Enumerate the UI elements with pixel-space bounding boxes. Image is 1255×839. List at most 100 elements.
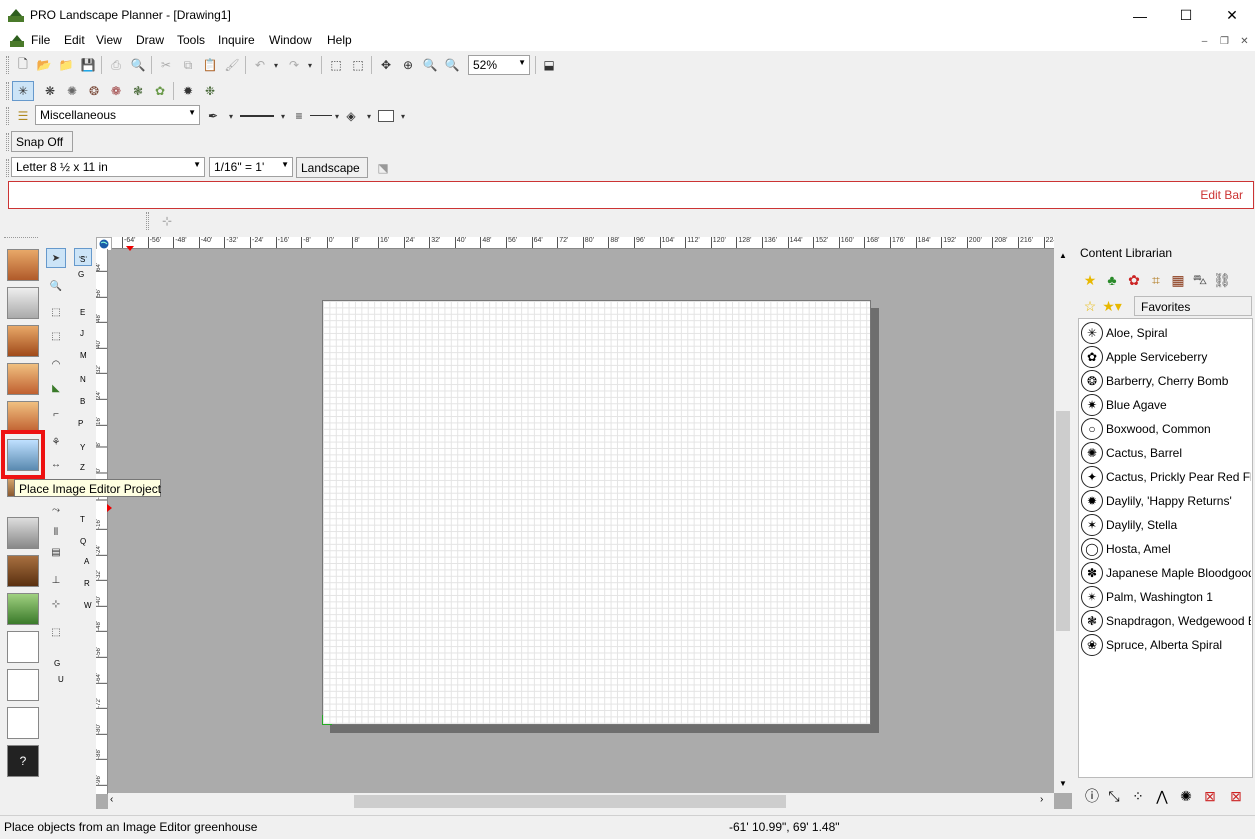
snap-letter-z[interactable]: Z [80,463,85,472]
layers-icon[interactable]: ☰ [14,107,32,125]
plant-list-icon[interactable] [7,669,39,701]
snap-letter-b[interactable]: B [80,397,85,406]
curve-tool-icon[interactable]: ⤳ [47,501,65,519]
snap-letter-y[interactable]: Y [80,443,85,452]
print-icon[interactable]: ⎙ [107,56,125,74]
line-style-icon[interactable] [240,115,274,117]
snap-button[interactable]: Snap Off ▼ [11,131,73,162]
horizontal-scrollbar[interactable]: ‹ › [108,793,1054,810]
plant-list-item[interactable]: ❀ Spruce, Alberta Spiral [1081,633,1251,657]
plant-list[interactable]: ✳ Aloe, Spiral ✿ Apple Serviceberry ❂ Barberr… [1078,318,1253,778]
plant-list-item[interactable]: ✴ Palm, Washington 1 [1081,585,1251,609]
dimension-tool-icon[interactable]: ↔ [47,455,65,473]
snap-letter-n[interactable]: N [80,375,86,384]
scroll-thumb[interactable] [354,795,786,808]
3d-view-icon[interactable] [7,287,39,319]
close-button[interactable]: ✕ [1209,0,1255,31]
symbol-tool-icon[interactable]: ⊥ [47,571,65,589]
cut-icon[interactable]: ✂ [157,56,175,74]
symbol-outline-icon[interactable]: ✹ [179,82,197,100]
shrub-icon[interactable]: ❋ [41,82,59,100]
scroll-left-icon[interactable]: ‹ [110,794,113,805]
menu-tools[interactable]: Tools [177,33,205,47]
plant-list-item[interactable]: ✷ Blue Agave [1081,393,1251,417]
hatch-tool-icon[interactable]: ⊹ [47,595,65,613]
plant-list-item[interactable]: ◯ Hosta, Amel [1081,537,1251,561]
minimize-button[interactable]: — [1117,0,1163,31]
text-tool-icon[interactable]: ▤ [47,543,65,561]
line-weight-icon[interactable]: ≡ [290,107,308,125]
symbol-color-icon[interactable]: ❉ [201,82,219,100]
line-tool-icon[interactable]: ⬚ [47,303,65,321]
zoom-select[interactable]: 52% ▼ [468,55,530,75]
perennial-icon[interactable]: ❁ [107,82,125,100]
plant-list-item[interactable]: ✹ Daylily, 'Happy Returns' [1081,489,1251,513]
snap-letter-q[interactable]: Q [80,537,86,546]
layer-select[interactable]: Miscellaneous ▼ [35,105,200,125]
connect-icon[interactable]: ⤡ [1104,786,1124,806]
drawing-sheet[interactable] [322,300,871,725]
select-all-icon[interactable]: ⬚ [327,56,345,74]
add-favorite-icon[interactable]: ☆ [1080,296,1100,316]
plant-list-item[interactable]: ✳ Aloe, Spiral [1081,321,1251,345]
menu-help[interactable]: Help [327,33,352,47]
favorites-menu-icon[interactable]: ★▾ [1102,296,1122,316]
fence-icon[interactable] [7,401,39,433]
horizontal-ruler[interactable]: -64' -56' -48' -40' -32' -24' -16' -8' 0' 8' 16' 24… [112,237,1054,249]
plant-place-tool-icon[interactable]: ⚘ [47,433,65,451]
wall-icon[interactable] [7,517,39,549]
save-icon[interactable]: 💾 [79,56,97,74]
new-file-icon[interactable]: 🗋 [14,56,32,74]
contour-tool-icon[interactable]: ◣ [47,379,65,397]
snap-letter-j[interactable]: J [80,329,84,338]
object-category-icon[interactable]: ⌗ [1146,270,1166,290]
tree-category-icon[interactable]: ♣ [1102,270,1122,290]
vehicle-category-icon[interactable]: ⛍ [1190,270,1210,290]
orientation-button[interactable]: Landscape ▼ [296,157,368,188]
polyline-tool-icon[interactable]: ⬚ [47,327,65,345]
scale-select[interactable]: 1/16" = 1' ▼ [209,157,293,177]
snap-letter-w[interactable]: W [84,601,92,610]
favorites-star-icon[interactable]: ★ [1080,270,1100,290]
grid-view-icon[interactable]: ⁘ [1128,786,1148,806]
select-window-icon[interactable]: ⬚ [349,56,367,74]
snap-letter-s[interactable]: S [80,255,85,264]
material-category-icon[interactable]: ▦ [1168,270,1188,290]
maximize-button[interactable]: ☐ [1163,0,1209,31]
scroll-right-icon[interactable]: › [1040,794,1043,805]
zoom-tool-icon[interactable]: 🔍 [47,277,65,295]
format-painter-icon[interactable]: 🖌 [223,56,241,74]
symbol-view-icon[interactable]: ✺ [1176,786,1196,806]
print-preview-icon[interactable]: 🔍 [129,56,147,74]
groundcover-icon[interactable]: ❃ [129,82,147,100]
report-icon[interactable] [7,631,39,663]
redo-dropdown-icon[interactable]: ▾ [301,56,319,74]
zoom-extents-icon[interactable]: 🔍 [443,56,461,74]
flower-icon[interactable]: ❂ [85,82,103,100]
grass-icon[interactable]: ✿ [151,82,169,100]
plant-list-item[interactable]: ✿ Apple Serviceberry [1081,345,1251,369]
menu-view[interactable]: View [96,33,122,47]
camera-icon[interactable] [7,555,39,587]
link-category-icon[interactable]: ⛓ [1212,270,1232,290]
plant-tool-icon[interactable]: ✳ [12,81,34,101]
snap-letter-a[interactable]: A [84,557,89,566]
pan-icon[interactable]: ✥ [377,56,395,74]
plant-list-item[interactable]: ✽ Japanese Maple Bloodgood [1081,561,1251,585]
open-template-icon[interactable]: 📁 [57,56,75,74]
notes-icon[interactable] [7,707,39,739]
arc-tool-icon[interactable]: ◠ [47,355,65,373]
plant-list-item[interactable]: ❂ Barberry, Cherry Bomb [1081,369,1251,393]
measure-tool-icon[interactable]: ⬚ [47,623,65,641]
menu-window[interactable]: Window [269,33,312,47]
plant-list-item[interactable]: ✺ Cactus, Barrel [1081,441,1251,465]
mdi-minimize-icon[interactable]: – [1197,34,1212,48]
snap-letter-g[interactable]: G [78,270,84,279]
snap-letter-e[interactable]: E [80,308,85,317]
menu-draw[interactable]: Draw [136,33,164,47]
vertical-scrollbar[interactable]: ▲ ▼ [1054,237,1072,793]
select-arrow-icon[interactable]: ➤ [46,248,66,268]
info-icon[interactable]: ⓘ [1082,786,1102,806]
fill-color-dropdown-icon[interactable]: ▾ [394,107,412,125]
menu-file[interactable]: File [31,33,50,47]
